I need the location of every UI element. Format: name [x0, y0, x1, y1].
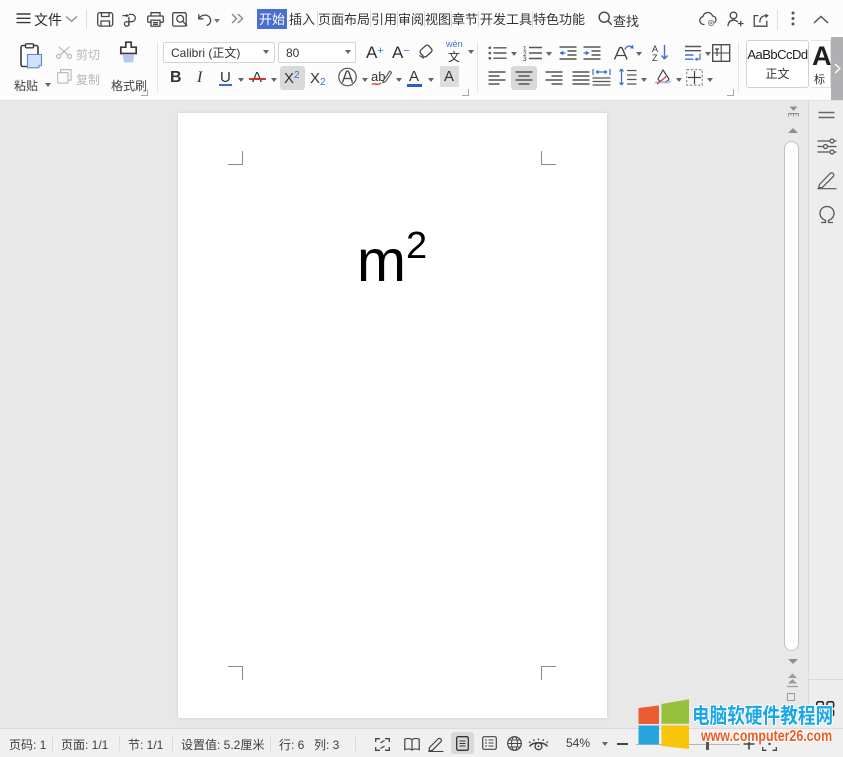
svg-text:Z: Z	[652, 53, 658, 62]
svg-text:3: 3	[523, 56, 527, 61]
